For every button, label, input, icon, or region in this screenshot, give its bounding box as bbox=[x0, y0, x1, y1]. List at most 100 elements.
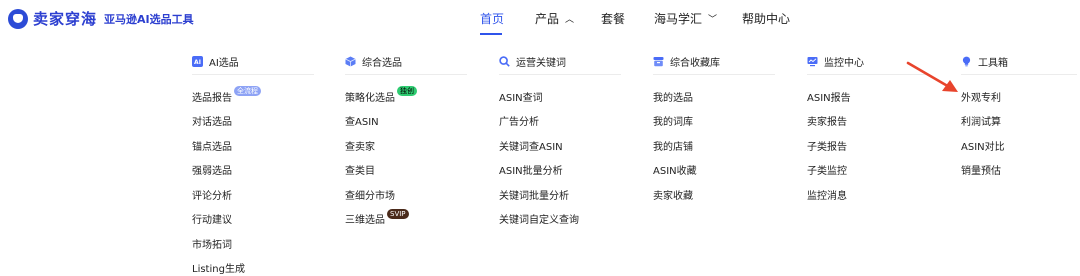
menu-item-label: 利润试算 bbox=[961, 117, 1001, 129]
nav-academy[interactable]: 海马学汇 ﹀ bbox=[654, 10, 717, 27]
menu-column-operation-keywords: 运营关键词 ASIN查词 广告分析 关键词查ASIN ASIN批量分析 关键词批… bbox=[499, 50, 621, 231]
nav-help[interactable]: 帮助中心 bbox=[742, 10, 790, 27]
column-header: 综合收藏库 bbox=[653, 50, 775, 72]
menu-item-label: ASIN批量分析 bbox=[499, 166, 563, 178]
menu-item-check-category[interactable]: 查类目 bbox=[345, 158, 467, 183]
top-header: 卖家穿海 亚马逊AI选品工具 首页 产品 ︿ 套餐 海马学汇 ﹀ 帮助中心 bbox=[0, 0, 1080, 40]
menu-item-asin-report[interactable]: ASIN报告 bbox=[807, 84, 929, 109]
menu-item-subcategory-report[interactable]: 子类报告 bbox=[807, 133, 929, 158]
menu-item-label: ASIN对比 bbox=[961, 141, 1005, 153]
menu-item-keyword-custom-query[interactable]: 关键词自定义查询 bbox=[499, 207, 621, 232]
menu-item-label: 评论分析 bbox=[192, 190, 232, 202]
nav-academy-label: 海马学汇 bbox=[654, 12, 703, 26]
nav-home[interactable]: 首页 bbox=[480, 10, 504, 27]
menu-item-label: 子类报告 bbox=[807, 141, 847, 153]
menu-item-label: 策略化选品 bbox=[345, 92, 395, 104]
menu-item-strategy-selection[interactable]: 策略化选品 独创 bbox=[345, 84, 467, 109]
column-header: AI AI选品 bbox=[192, 50, 314, 72]
menu-column-favorites: 综合收藏库 我的选品 我的词库 我的店铺 ASIN收藏 卖家收藏 bbox=[653, 50, 775, 207]
column-divider bbox=[345, 74, 467, 75]
menu-item-asin-favorites[interactable]: ASIN收藏 bbox=[653, 158, 775, 183]
menu-item-label: 卖家报告 bbox=[807, 117, 847, 129]
menu-item-seller-favorites[interactable]: 卖家收藏 bbox=[653, 182, 775, 207]
menu-item-label: 查ASIN bbox=[345, 117, 379, 129]
menu-item-label: ASIN查词 bbox=[499, 92, 543, 104]
nav-product[interactable]: 产品 ︿ bbox=[535, 10, 574, 27]
brand-name: 卖家穿海 bbox=[33, 10, 98, 28]
column-header: 工具箱 bbox=[961, 50, 1080, 72]
storage-box-icon bbox=[653, 56, 664, 67]
menu-item-keyword-batch-analysis[interactable]: 关键词批量分析 bbox=[499, 182, 621, 207]
menu-item-label: Listing生成 bbox=[192, 264, 245, 276]
menu-item-label: 锚点选品 bbox=[192, 141, 232, 153]
menu-item-asin-batch-analysis[interactable]: ASIN批量分析 bbox=[499, 158, 621, 183]
nav-packages[interactable]: 套餐 bbox=[601, 10, 625, 27]
brand-subtitle: 亚马逊AI选品工具 bbox=[104, 12, 194, 26]
menu-item-listing-generation[interactable]: Listing生成 bbox=[192, 256, 314, 276]
column-header: 监控中心 bbox=[807, 50, 929, 72]
menu-item-label: 市场拓词 bbox=[192, 239, 232, 251]
menu-item-check-seller[interactable]: 查卖家 bbox=[345, 133, 467, 158]
menu-item-keyword-to-asin[interactable]: 关键词查ASIN bbox=[499, 133, 621, 158]
column-divider bbox=[499, 74, 621, 75]
nav-packages-label: 套餐 bbox=[601, 12, 626, 26]
menu-item-selection-report[interactable]: 选品报告 全流程 bbox=[192, 84, 314, 109]
brand-logo[interactable]: 卖家穿海 亚马逊AI选品工具 bbox=[8, 8, 194, 29]
menu-item-action-advice[interactable]: 行动建议 bbox=[192, 207, 314, 232]
search-icon bbox=[499, 55, 510, 67]
menu-item-subcategory-monitor[interactable]: 子类监控 bbox=[807, 158, 929, 183]
menu-item-profit-calculator[interactable]: 利润试算 bbox=[961, 109, 1080, 134]
menu-column-ai-selection: AI AI选品 选品报告 全流程 对话选品 锚点选品 强弱选品 评论分析 行动建议… bbox=[192, 50, 314, 276]
menu-item-label: 选品报告 bbox=[192, 92, 232, 104]
menu-column-toolbox: 工具箱 外观专利 利润试算 ASIN对比 销量预估 bbox=[961, 50, 1080, 182]
menu-item-review-analysis[interactable]: 评论分析 bbox=[192, 182, 314, 207]
menu-item-my-selections[interactable]: 我的选品 bbox=[653, 84, 775, 109]
lightbulb-icon bbox=[961, 56, 972, 67]
menu-item-my-keyword-library[interactable]: 我的词库 bbox=[653, 109, 775, 134]
column-title: 综合收藏库 bbox=[670, 57, 720, 69]
menu-item-label: 监控消息 bbox=[807, 190, 847, 202]
menu-item-label: ASIN收藏 bbox=[653, 166, 697, 178]
column-header: 运营关键词 bbox=[499, 50, 621, 72]
menu-item-sales-estimate[interactable]: 销量预估 bbox=[961, 158, 1080, 183]
column-title: AI选品 bbox=[209, 57, 239, 69]
nav-product-label: 产品 bbox=[535, 12, 560, 26]
chevron-down-icon: ﹀ bbox=[708, 15, 718, 25]
menu-item-asin-keyword-lookup[interactable]: ASIN查词 bbox=[499, 84, 621, 109]
column-title: 运营关键词 bbox=[516, 57, 566, 69]
menu-item-label: 我的词库 bbox=[653, 117, 693, 129]
menu-item-label: 查细分市场 bbox=[345, 190, 395, 202]
cube-icon bbox=[345, 56, 356, 67]
menu-item-label: 广告分析 bbox=[499, 117, 539, 129]
menu-item-label: 行动建议 bbox=[192, 215, 232, 227]
menu-column-comprehensive-selection: 综合选品 策略化选品 独创 查ASIN 查卖家 查类目 查细分市场 三维选品 SVI… bbox=[345, 50, 467, 231]
menu-item-label: 关键词自定义查询 bbox=[499, 215, 579, 227]
menu-item-label: 关键词查ASIN bbox=[499, 141, 563, 153]
brand-logo-icon bbox=[8, 8, 28, 29]
chevron-up-icon: ︿ bbox=[565, 15, 575, 25]
original-badge: 独创 bbox=[397, 86, 417, 97]
menu-item-check-asin[interactable]: 查ASIN bbox=[345, 109, 467, 134]
menu-item-seller-report[interactable]: 卖家报告 bbox=[807, 109, 929, 134]
menu-item-3d-selection[interactable]: 三维选品 SVIP bbox=[345, 207, 467, 232]
menu-item-label: 对话选品 bbox=[192, 117, 232, 129]
menu-item-label: 外观专利 bbox=[961, 92, 1001, 104]
menu-item-label: 查类目 bbox=[345, 166, 375, 178]
menu-item-label: 卖家收藏 bbox=[653, 190, 693, 202]
menu-item-monitor-messages[interactable]: 监控消息 bbox=[807, 182, 929, 207]
menu-item-market-keywords[interactable]: 市场拓词 bbox=[192, 231, 314, 256]
menu-item-asin-compare[interactable]: ASIN对比 bbox=[961, 133, 1080, 158]
full-process-badge: 全流程 bbox=[234, 86, 261, 97]
column-header: 综合选品 bbox=[345, 50, 467, 72]
menu-item-label: 关键词批量分析 bbox=[499, 190, 569, 202]
menu-item-ad-analysis[interactable]: 广告分析 bbox=[499, 109, 621, 134]
menu-item-design-patent[interactable]: 外观专利 bbox=[961, 84, 1080, 109]
column-divider bbox=[807, 74, 929, 75]
menu-item-check-niche-market[interactable]: 查细分市场 bbox=[345, 182, 467, 207]
menu-item-anchor-selection[interactable]: 锚点选品 bbox=[192, 133, 314, 158]
menu-item-strength-selection[interactable]: 强弱选品 bbox=[192, 158, 314, 183]
menu-item-chat-selection[interactable]: 对话选品 bbox=[192, 109, 314, 134]
menu-item-label: 我的店铺 bbox=[653, 141, 693, 153]
menu-item-my-stores[interactable]: 我的店铺 bbox=[653, 133, 775, 158]
monitor-icon bbox=[807, 56, 818, 67]
